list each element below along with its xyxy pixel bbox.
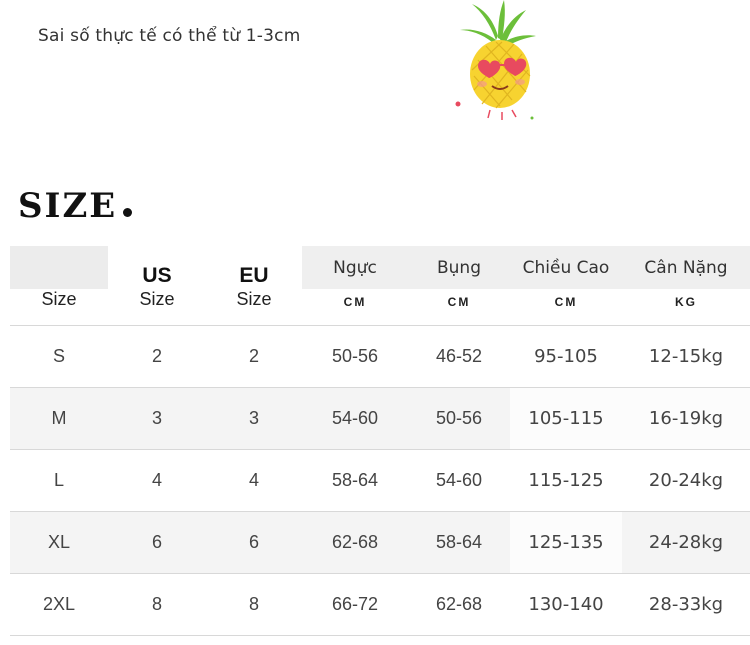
eu-cell: 6 — [206, 511, 302, 574]
size-chart-title: SIZE — [18, 186, 133, 226]
chest-cell: 50-56 — [302, 325, 408, 388]
belly-cell: 50-56 — [408, 387, 510, 450]
us-cell: 2 — [108, 325, 206, 388]
weight-unit: KG — [622, 289, 750, 326]
chest-cell: 62-68 — [302, 511, 408, 574]
table-row: L 4 4 58-64 54-60 115-125 20-24kg — [10, 449, 750, 512]
eu-header: EU — [206, 246, 302, 289]
weight-cell: 20-24kg — [622, 449, 750, 512]
pineapple-mascot-icon — [455, 0, 536, 120]
height-unit: CM — [510, 289, 622, 326]
height-cell: 105-115 — [510, 387, 622, 450]
belly-cell: 58-64 — [408, 511, 510, 574]
size-cell: L — [10, 449, 108, 512]
weight-cell: 16-19kg — [622, 387, 750, 450]
weight-cell: 24-28kg — [622, 511, 750, 574]
eu-cell: 2 — [206, 325, 302, 388]
chest-unit: CM — [302, 289, 408, 326]
size-cell: M — [10, 387, 108, 450]
size-cell: 2XL — [10, 573, 108, 636]
belly-cell: 62-68 — [408, 573, 510, 636]
chest-cell: 66-72 — [302, 573, 408, 636]
weight-cell: 28-33kg — [622, 573, 750, 636]
eu-size-subheader: Size — [206, 289, 302, 326]
eu-cell: 8 — [206, 573, 302, 636]
table-subheader-row: Size Size Size CM CM CM KG — [10, 289, 750, 326]
table-row: S 2 2 50-56 46-52 95-105 12-15kg — [10, 325, 750, 388]
height-cell: 115-125 — [510, 449, 622, 512]
table-row: XL 6 6 62-68 58-64 125-135 24-28kg — [10, 511, 750, 574]
us-size-subheader: Size — [108, 289, 206, 326]
weight-header: Cân Nặng — [622, 246, 750, 289]
title-dot — [123, 208, 133, 217]
table-header-row: US EU Ngực Bụng Chiều Cao Cân Nặng — [10, 246, 750, 289]
height-header: Chiều Cao — [510, 246, 622, 289]
size-header-blank — [10, 246, 108, 289]
height-cell: 130-140 — [510, 573, 622, 636]
size-chart-table: US EU Ngực Bụng Chiều Cao Cân Nặng Size … — [10, 246, 750, 636]
us-cell: 4 — [108, 449, 206, 512]
eu-cell: 3 — [206, 387, 302, 450]
height-cell: 95-105 — [510, 325, 622, 388]
belly-header: Bụng — [408, 246, 510, 289]
size-cell: XL — [10, 511, 108, 574]
chest-header: Ngực — [302, 246, 408, 289]
weight-cell: 12-15kg — [622, 325, 750, 388]
table-row: M 3 3 54-60 50-56 105-115 16-19kg — [10, 387, 750, 450]
chest-cell: 54-60 — [302, 387, 408, 450]
belly-cell: 54-60 — [408, 449, 510, 512]
eu-cell: 4 — [206, 449, 302, 512]
chest-cell: 58-64 — [302, 449, 408, 512]
size-tolerance-note: Sai số thực tế có thể từ 1-3cm — [38, 26, 301, 46]
size-title-text: SIZE — [18, 186, 118, 226]
height-cell: 125-135 — [510, 511, 622, 574]
us-header: US — [108, 246, 206, 289]
belly-cell: 46-52 — [408, 325, 510, 388]
us-cell: 6 — [108, 511, 206, 574]
size-header: Size — [10, 289, 108, 326]
us-cell: 8 — [108, 573, 206, 636]
us-cell: 3 — [108, 387, 206, 450]
belly-unit: CM — [408, 289, 510, 326]
size-cell: S — [10, 325, 108, 388]
table-row: 2XL 8 8 66-72 62-68 130-140 28-33kg — [10, 573, 750, 636]
